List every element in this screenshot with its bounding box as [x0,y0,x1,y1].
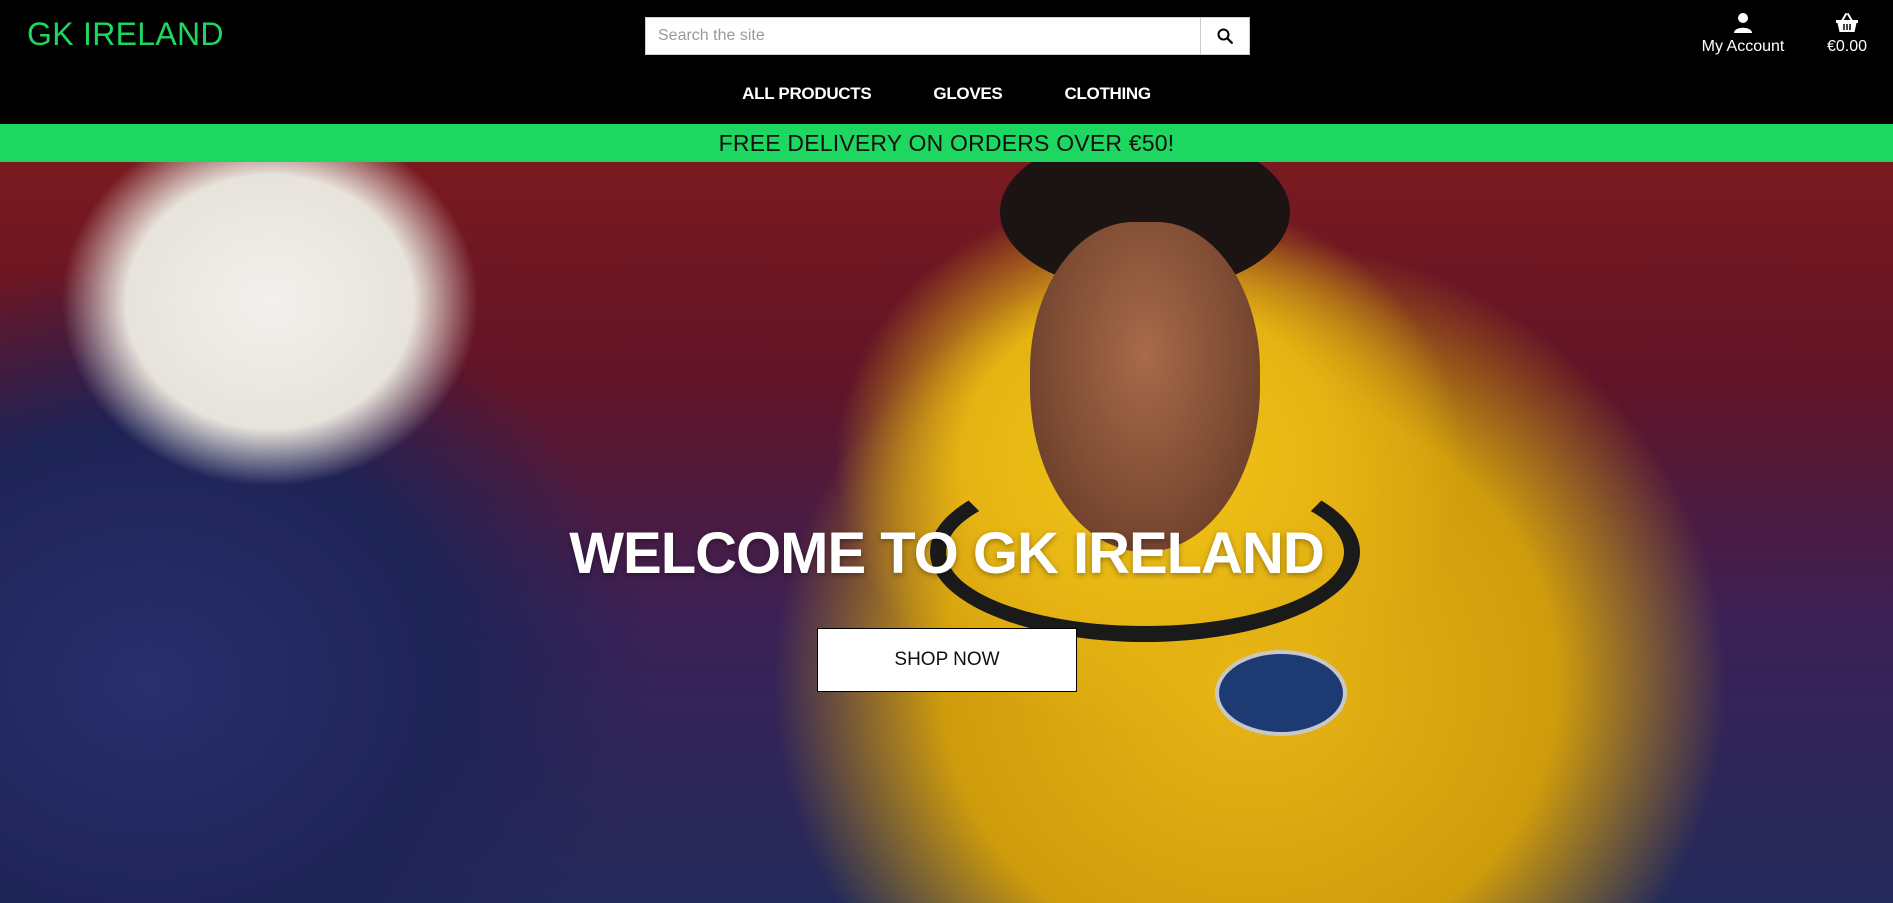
shop-now-button[interactable]: SHOP NOW [817,628,1077,692]
site-logo[interactable]: GK IRELAND [27,16,224,53]
search-input[interactable] [645,17,1200,55]
nav-item-all-products[interactable]: ALL PRODUCTS [711,84,902,104]
search-button[interactable] [1200,17,1250,55]
search-form [645,17,1250,55]
my-account-label: My Account [1701,38,1785,55]
nav-item-gloves[interactable]: GLOVES [902,84,1033,104]
hero-title: WELCOME TO GK IRELAND [569,521,1324,586]
user-icon [1734,13,1752,33]
basket-icon-wrap [1818,12,1876,36]
hero-section: WELCOME TO GK IRELAND SHOP NOW [0,162,1893,903]
user-icon-wrap [1688,12,1798,36]
search-icon [1217,28,1233,44]
hero-content: WELCOME TO GK IRELAND SHOP NOW [0,162,1893,903]
site-header: GK IRELAND My Account [0,0,1893,124]
my-account-link[interactable]: My Account [1688,12,1798,56]
basket-icon [1836,13,1858,32]
delivery-banner: FREE DELIVERY ON ORDERS OVER €50! [0,124,1893,162]
delivery-banner-text: FREE DELIVERY ON ORDERS OVER €50! [718,129,1175,156]
main-nav: ALL PRODUCTS GLOVES CLOTHING [0,84,1893,104]
basket-link[interactable]: €0.00 [1818,12,1876,56]
nav-item-clothing[interactable]: CLOTHING [1033,84,1181,104]
basket-total: €0.00 [1826,38,1868,55]
